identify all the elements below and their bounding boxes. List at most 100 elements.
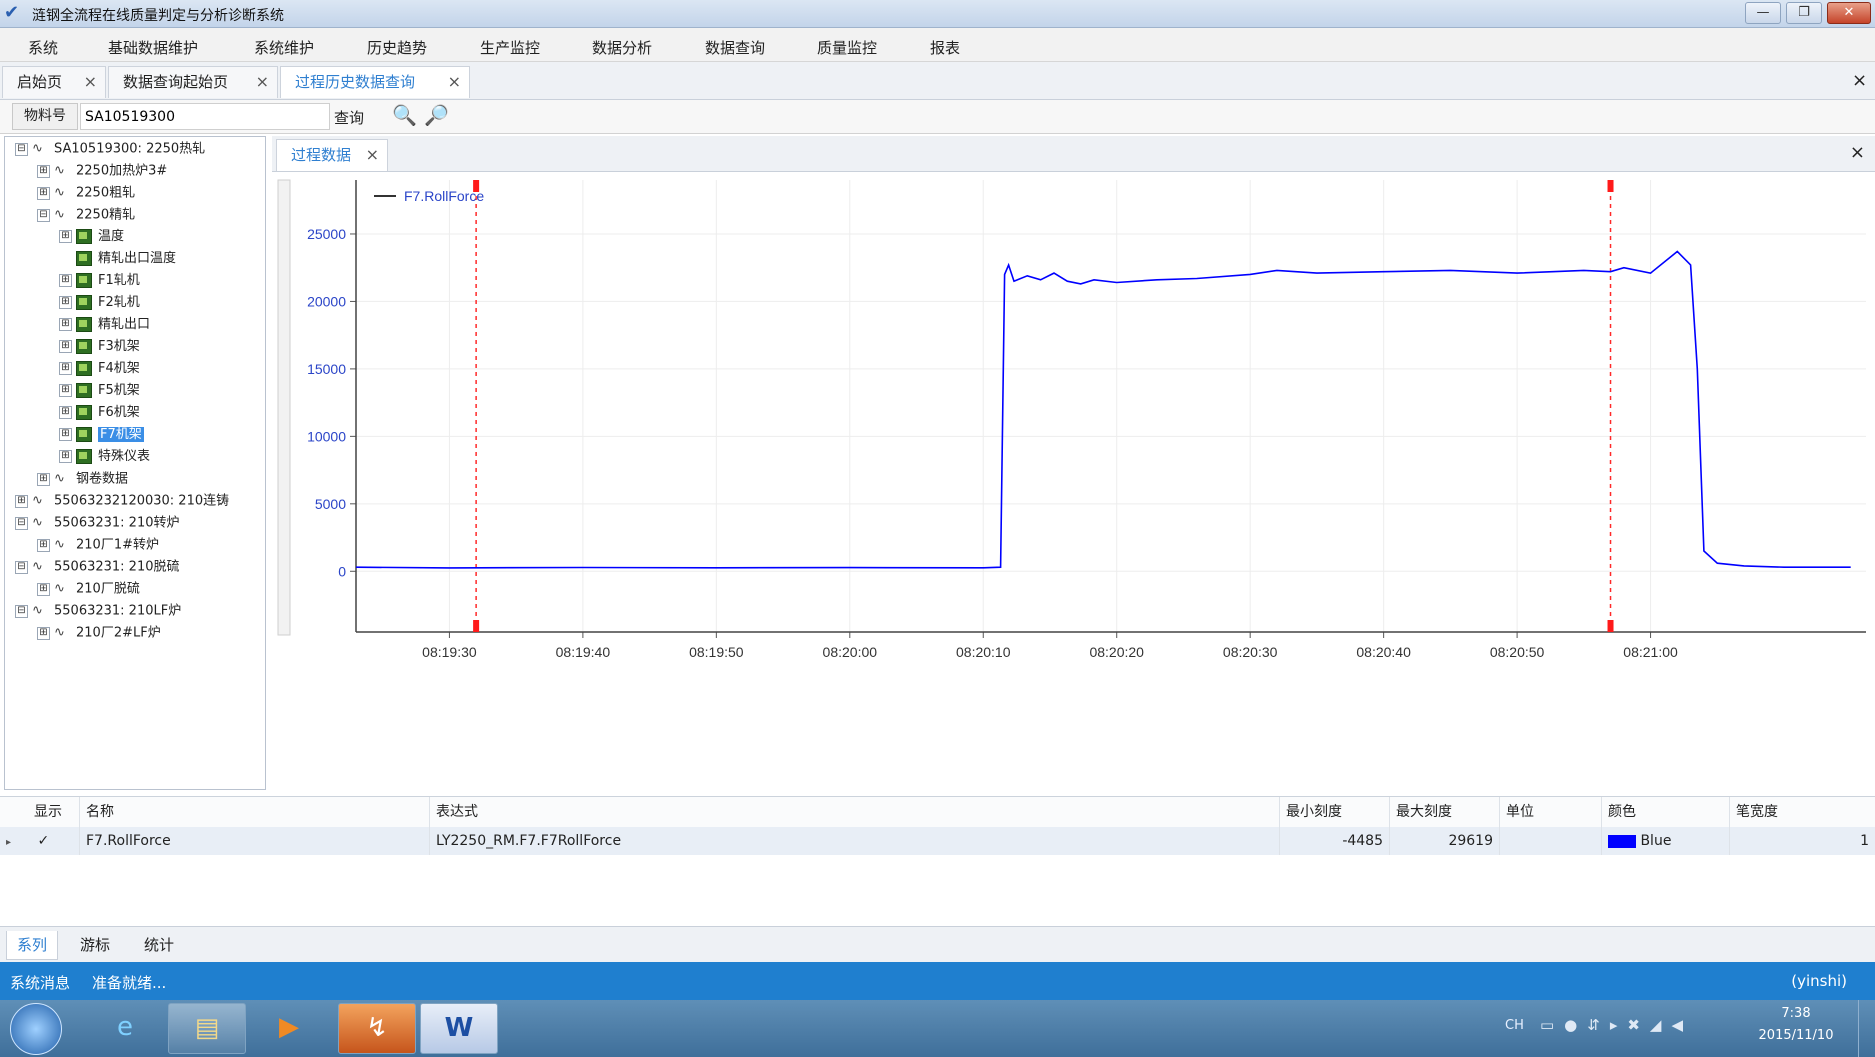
expand-icon[interactable]: ⊞ (59, 230, 72, 243)
tree-node[interactable]: ⊞ 精轧出口 (59, 315, 150, 335)
close-icon[interactable]: × (256, 67, 269, 97)
app-icon[interactable]: ↯ (338, 1003, 416, 1054)
close-button[interactable]: ✕ (1827, 2, 1871, 24)
col-header-min[interactable]: 最小刻度 (1280, 797, 1390, 827)
row-show-cell[interactable]: ▸ ✓ (0, 827, 80, 855)
col-header-unit[interactable]: 单位 (1500, 797, 1602, 827)
tree-node[interactable]: ⊞ F3机架 (59, 337, 140, 357)
zoom-in-icon[interactable]: 🔍 (392, 103, 417, 127)
expand-icon[interactable]: ⊞ (59, 450, 72, 463)
tree-node[interactable]: ⊞ F1轧机 (59, 271, 140, 291)
tab-statistics[interactable]: 统计 (134, 931, 184, 959)
row-color-cell[interactable]: Blue (1602, 827, 1730, 855)
expand-icon[interactable]: ⊞ (59, 340, 72, 353)
tree-node[interactable]: ⊟ ∿ 55063231: 210LF炉 (15, 601, 181, 621)
menu-item-production-monitor[interactable]: 生产监控 (480, 37, 540, 58)
tree-node[interactable]: ⊟ ∿ 2250精轧 (37, 205, 135, 225)
tree-node[interactable]: ⊞ F7机架 (59, 425, 144, 445)
input-language[interactable]: CH (1505, 1018, 1524, 1033)
tree-node[interactable]: ⊞ ∿ 55063232120030: 210连铸 (15, 491, 229, 511)
show-desktop-button[interactable] (1858, 1000, 1875, 1057)
collapse-icon[interactable]: ⊟ (37, 208, 50, 222)
row-expression-cell[interactable]: LY2250_RM.F7.F7RollForce (430, 827, 1280, 855)
tree-node[interactable]: ⊞ F2轧机 (59, 293, 140, 313)
expand-icon[interactable]: ⊞ (59, 296, 72, 309)
col-header-width[interactable]: 笔宽度 (1730, 797, 1875, 827)
close-icon[interactable]: × (448, 67, 461, 97)
expand-icon[interactable]: ⊞ (59, 406, 72, 419)
col-header-name[interactable]: 名称 (80, 797, 430, 827)
expand-icon[interactable]: ⊞ (37, 538, 50, 552)
expand-icon[interactable]: ⊞ (59, 428, 72, 441)
tree-node[interactable]: ⊟ ∿ 55063231: 210脱硫 (15, 557, 180, 577)
expand-icon[interactable]: ⊞ (37, 626, 50, 640)
zoom-out-icon[interactable]: 🔎 (424, 103, 449, 127)
expand-icon[interactable]: ⊞ (59, 318, 72, 331)
explorer-icon[interactable]: ▤ (168, 1003, 246, 1054)
collapse-icon[interactable]: ⊟ (15, 142, 28, 156)
row-unit-cell[interactable] (1500, 827, 1602, 855)
menu-item-quality-monitor[interactable]: 质量监控 (817, 37, 877, 58)
row-name-cell[interactable]: F7.RollForce (80, 827, 430, 855)
material-number-input[interactable] (80, 103, 330, 130)
expand-icon[interactable]: ⊞ (59, 384, 72, 397)
media-player-icon[interactable]: ▶ (250, 1003, 328, 1054)
expand-icon[interactable]: ⊞ (37, 186, 50, 200)
tree-node[interactable]: ⊟ ∿ 55063231: 210转炉 (15, 513, 180, 533)
expand-icon[interactable]: ⊞ (37, 164, 50, 178)
start-button[interactable] (10, 1003, 62, 1055)
col-header-color[interactable]: 颜色 (1602, 797, 1730, 827)
show-checkbox[interactable]: ✓ (37, 827, 49, 855)
tree-node[interactable]: 精轧出口温度 (59, 249, 176, 269)
expand-icon[interactable]: ⊞ (37, 472, 50, 486)
menu-item-system-maintenance[interactable]: 系统维护 (254, 37, 314, 58)
collapse-icon[interactable]: ⊟ (15, 560, 28, 574)
menu-item-base-data[interactable]: 基础数据维护 (108, 37, 198, 58)
expand-icon[interactable]: ⊞ (37, 582, 50, 596)
menu-item-report[interactable]: 报表 (930, 37, 960, 58)
menu-item-data-query[interactable]: 数据查询 (705, 37, 765, 58)
tree-node[interactable]: ⊞ F5机架 (59, 381, 140, 401)
tree-node[interactable]: ⊞ 特殊仪表 (59, 447, 150, 467)
col-header-max[interactable]: 最大刻度 (1390, 797, 1500, 827)
menu-item-history-trend[interactable]: 历史趋势 (367, 37, 427, 58)
collapse-icon[interactable]: ⊟ (15, 516, 28, 530)
col-header-expression[interactable]: 表达式 (430, 797, 1280, 827)
maximize-button[interactable]: ❐ (1786, 2, 1822, 24)
tab-cursor[interactable]: 游标 (70, 931, 120, 959)
ie-icon[interactable]: e (86, 1003, 164, 1054)
data-tree[interactable]: ⊟ ∿ SA10519300: 2250热轧 ⊞ ∿ 2250加热炉3# ⊞ ∿ 2250粗轧 ⊟… (4, 136, 266, 790)
expand-icon[interactable]: ⊞ (15, 494, 28, 508)
close-icon[interactable]: × (84, 67, 97, 97)
tree-node[interactable]: ⊟ ∿ SA10519300: 2250热轧 (15, 139, 205, 159)
tab-series[interactable]: 系列 (6, 931, 59, 960)
tree-node[interactable]: ⊞ ∿ 钢卷数据 (37, 469, 128, 489)
tree-node[interactable]: ⊞ ∿ 210厂2#LF炉 (37, 623, 161, 643)
tree-node[interactable]: ⊞ 温度 (59, 227, 124, 247)
tree-node[interactable]: ⊞ F4机架 (59, 359, 140, 379)
collapse-icon[interactable]: ⊟ (15, 604, 28, 618)
process-data-chart[interactable]: 0 5000 10000 15000 20000 25000 08:19:30 08:19:4… (272, 172, 1875, 790)
tab-query-start[interactable]: 数据查询起始页 × (108, 66, 278, 98)
tree-node[interactable]: ⊞ F6机架 (59, 403, 140, 423)
close-chart-panel-icon[interactable]: × (1850, 142, 1865, 163)
row-min-cell[interactable]: -4485 (1280, 827, 1390, 855)
tree-node[interactable]: ⊞ ∿ 2250加热炉3# (37, 161, 167, 181)
menu-item-system[interactable]: 系统 (28, 37, 58, 58)
menu-item-data-analysis[interactable]: 数据分析 (592, 37, 652, 58)
minimize-button[interactable]: — (1745, 2, 1781, 24)
query-button[interactable]: 查询 (334, 107, 364, 128)
tree-node[interactable]: ⊞ ∿ 210厂脱硫 (37, 579, 140, 599)
close-icon[interactable]: × (366, 140, 379, 170)
col-header-show[interactable]: 显示 (0, 797, 80, 827)
tab-process-history-query[interactable]: 过程历史数据查询 × (280, 66, 470, 98)
tray-icons[interactable]: ▭●⇵▸✖◢◀ (1540, 1016, 1693, 1034)
tree-node[interactable]: ⊞ ∿ 2250粗轧 (37, 183, 135, 203)
row-width-cell[interactable]: 1 (1730, 827, 1875, 855)
word-icon[interactable]: W (420, 1003, 498, 1054)
tab-start-page[interactable]: 启始页 × (2, 66, 106, 98)
row-max-cell[interactable]: 29619 (1390, 827, 1500, 855)
tab-process-data[interactable]: 过程数据 × (276, 139, 388, 171)
close-all-tabs-icon[interactable]: × (1852, 70, 1867, 91)
expand-icon[interactable]: ⊞ (59, 362, 72, 375)
